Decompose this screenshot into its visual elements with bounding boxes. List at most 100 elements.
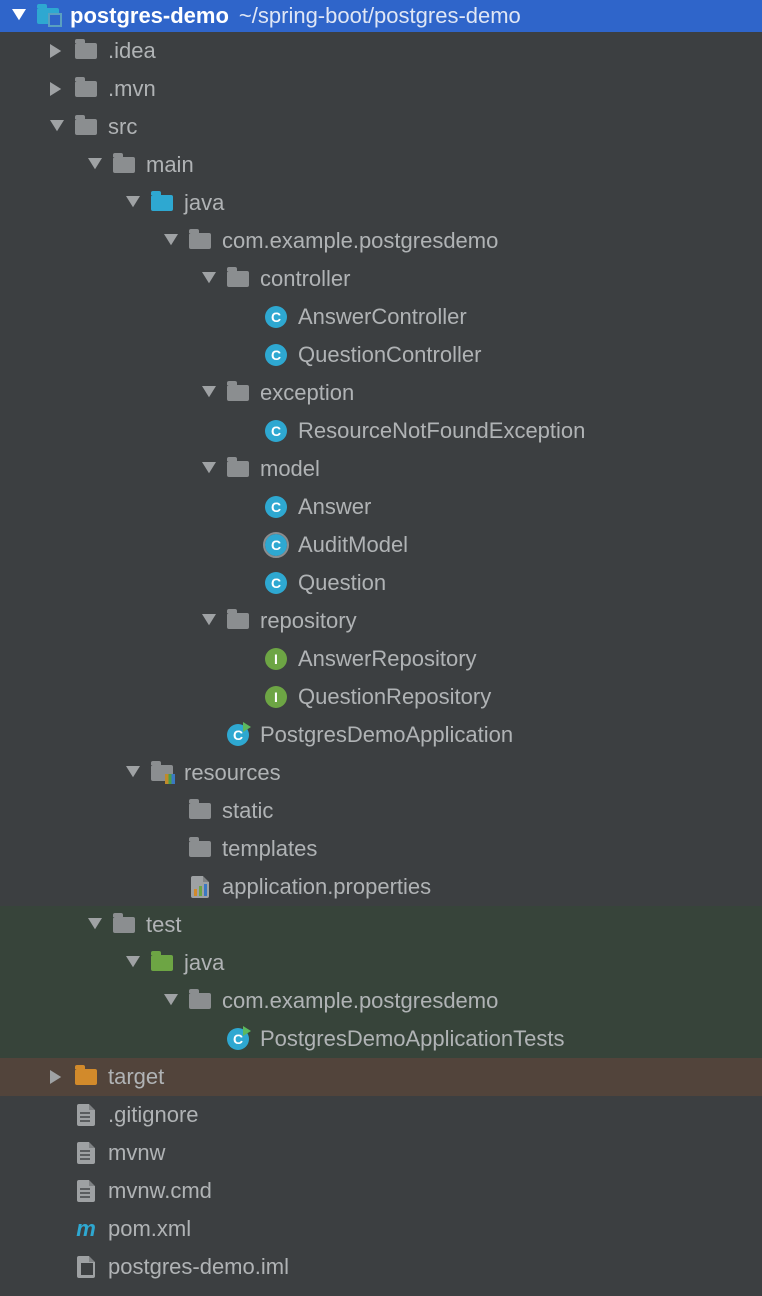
tree-item-label: .gitignore [108, 1104, 199, 1126]
tree-row[interactable]: I AnswerRepository [0, 640, 762, 678]
tree-row[interactable]: CAnswer [0, 488, 762, 526]
tree-row[interactable]: main [0, 146, 762, 184]
tree-item-label: target [108, 1066, 164, 1088]
tree-row[interactable]: C Question [0, 564, 762, 602]
chevron-down-icon[interactable] [160, 990, 182, 1012]
tree-row[interactable]: .mvn [0, 70, 762, 108]
tree-item-label: model [260, 458, 320, 480]
tree-row[interactable]: application.properties [0, 868, 762, 906]
tree-item-label: main [146, 154, 194, 176]
chevron-down-icon[interactable] [198, 458, 220, 480]
properties-file-icon [188, 875, 212, 899]
file-icon [74, 1179, 98, 1203]
tree-row[interactable]: src [0, 108, 762, 146]
chevron-right-icon[interactable] [46, 40, 68, 62]
tree-row[interactable]: IQuestionRepository [0, 678, 762, 716]
java-class-icon: C [264, 343, 288, 367]
chevron-down-icon[interactable] [198, 610, 220, 632]
test-folder-icon [150, 951, 174, 975]
tree-item-label: test [146, 914, 181, 936]
tree-item-label: repository [260, 610, 357, 632]
tree-item-label: AnswerRepository [298, 648, 477, 670]
maven-file-icon: m [74, 1217, 98, 1241]
chevron-down-icon[interactable] [122, 952, 144, 974]
root-path: ~/spring-boot/postgres-demo [239, 5, 521, 27]
file-icon [74, 1103, 98, 1127]
tree-row[interactable]: templates [0, 830, 762, 868]
tree-row[interactable]: static [0, 792, 762, 830]
java-class-icon: C [264, 419, 288, 443]
tree-item-label: Answer [298, 496, 371, 518]
chevron-down-icon[interactable] [122, 192, 144, 214]
project-tree[interactable]: postgres-demo ~/spring-boot/postgres-dem… [0, 0, 762, 1286]
tree-row[interactable]: C AnswerController [0, 298, 762, 336]
chevron-down-icon[interactable] [198, 382, 220, 404]
chevron-right-icon[interactable] [46, 78, 68, 100]
tree-item-label: AuditModel [298, 534, 408, 556]
java-class-icon: C [264, 305, 288, 329]
chevron-down-icon[interactable] [84, 154, 106, 176]
chevron-down-icon[interactable] [46, 116, 68, 138]
tree-row[interactable]: mvnw.cmd [0, 1172, 762, 1210]
java-abstract-class-icon: C [264, 533, 288, 557]
tree-item-label: Question [298, 572, 386, 594]
tree-row[interactable]: resources [0, 754, 762, 792]
tree-item-label: com.example.postgresdemo [222, 230, 498, 252]
folder-icon [226, 267, 250, 291]
tree-item-label: mvnw.cmd [108, 1180, 212, 1202]
tree-row[interactable]: C AuditModel [0, 526, 762, 564]
chevron-right-icon[interactable] [46, 1066, 68, 1088]
tree-item-label: postgres-demo.iml [108, 1256, 289, 1278]
tree-item-label: static [222, 800, 273, 822]
tree-row[interactable]: mvnw [0, 1134, 762, 1172]
chevron-down-icon[interactable] [8, 5, 30, 27]
tree-row[interactable]: CPostgresDemoApplicationTests [0, 1020, 762, 1058]
folder-icon [226, 457, 250, 481]
module-folder-icon [36, 4, 60, 28]
tree-item-label: templates [222, 838, 317, 860]
chevron-down-icon[interactable] [84, 914, 106, 936]
chevron-down-icon[interactable] [160, 230, 182, 252]
tree-row[interactable]: target [0, 1058, 762, 1096]
folder-icon [112, 153, 136, 177]
folder-icon [112, 913, 136, 937]
chevron-down-icon[interactable] [122, 762, 144, 784]
tree-row[interactable]: exception [0, 374, 762, 412]
source-folder-icon [150, 191, 174, 215]
tree-row[interactable]: java [0, 184, 762, 222]
tree-root-row[interactable]: postgres-demo ~/spring-boot/postgres-dem… [0, 0, 762, 32]
tree-row[interactable]: controller [0, 260, 762, 298]
folder-icon [74, 115, 98, 139]
tree-row[interactable]: model [0, 450, 762, 488]
tree-item-label: .mvn [108, 78, 156, 100]
tree-row[interactable]: C QuestionController [0, 336, 762, 374]
tree-item-label: AnswerController [298, 306, 467, 328]
tree-row[interactable]: .idea [0, 32, 762, 70]
tree-item-label: src [108, 116, 137, 138]
folder-icon [226, 609, 250, 633]
tree-item-label: .idea [108, 40, 156, 62]
root-name: postgres-demo [70, 5, 229, 27]
module-file-icon [74, 1255, 98, 1279]
tree-row[interactable]: java [0, 944, 762, 982]
tree-row[interactable]: com.example.postgresdemo [0, 222, 762, 260]
chevron-down-icon[interactable] [198, 268, 220, 290]
java-class-icon: C [264, 571, 288, 595]
tree-item-label: com.example.postgresdemo [222, 990, 498, 1012]
tree-row[interactable]: com.example.postgresdemo [0, 982, 762, 1020]
tree-item-label: QuestionController [298, 344, 481, 366]
tree-item-label: java [184, 192, 224, 214]
tree-item-label: resources [184, 762, 281, 784]
tree-row[interactable]: repository [0, 602, 762, 640]
folder-icon [226, 381, 250, 405]
tree-item-label: pom.xml [108, 1218, 191, 1240]
tree-row[interactable]: CResourceNotFoundException [0, 412, 762, 450]
tree-row[interactable]: CPostgresDemoApplication [0, 716, 762, 754]
file-icon [74, 1141, 98, 1165]
tree-row[interactable]: postgres-demo.iml [0, 1248, 762, 1286]
tree-row[interactable]: test [0, 906, 762, 944]
tree-item-label: controller [260, 268, 350, 290]
java-interface-icon: I [264, 647, 288, 671]
tree-row[interactable]: m pom.xml [0, 1210, 762, 1248]
tree-row[interactable]: .gitignore [0, 1096, 762, 1134]
